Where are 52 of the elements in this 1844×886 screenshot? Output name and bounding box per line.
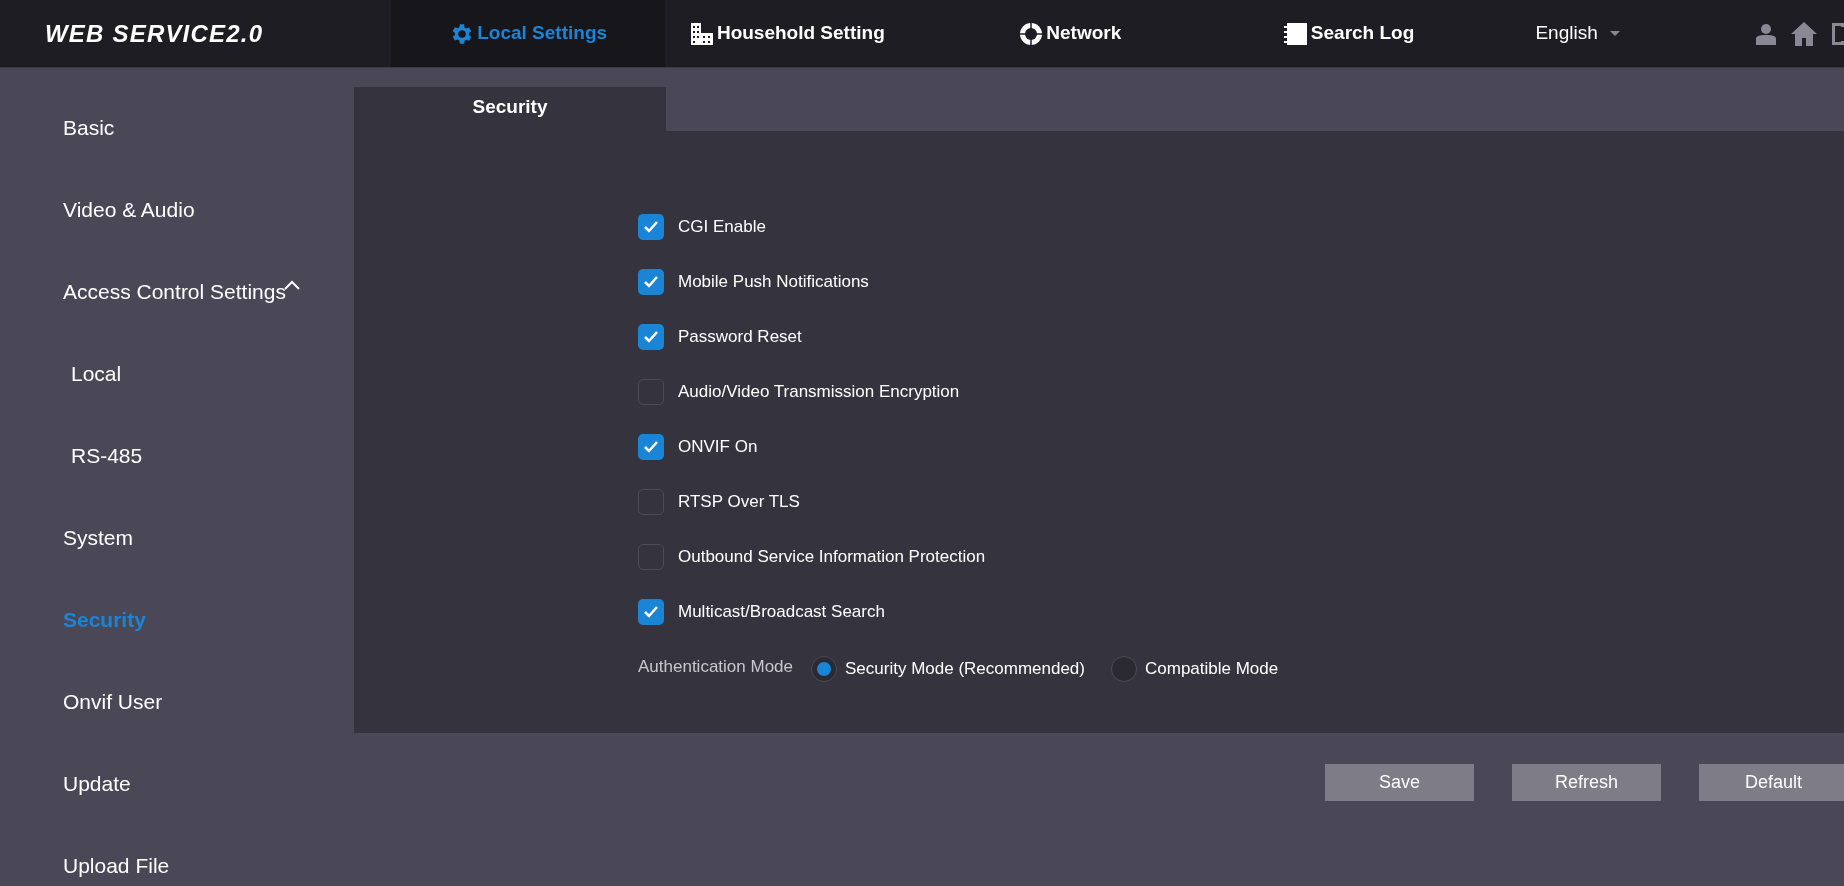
sidebar-item[interactable]: Update <box>63 768 131 800</box>
home-icon[interactable] <box>1790 20 1818 47</box>
logo: WEB SERVICE2.0 <box>44 18 265 49</box>
tab[interactable]: Security <box>354 87 666 131</box>
checkbox[interactable] <box>638 598 664 625</box>
check-icon <box>643 604 659 619</box>
nav-tab[interactable]: Local Settings <box>391 0 665 67</box>
checkbox-label: ONVIF On <box>678 435 758 458</box>
sidebar-item[interactable]: Video & Audio <box>63 194 195 226</box>
checkbox-label: Multicast/Broadcast Search <box>678 600 885 623</box>
action-button[interactable]: Save <box>1325 764 1474 801</box>
sidebar-item[interactable]: Onvif User <box>63 686 163 718</box>
checkbox[interactable] <box>638 323 664 350</box>
checkbox-label: CGI Enable <box>678 215 766 238</box>
action-button[interactable]: Default <box>1699 764 1844 801</box>
radio-label: Security Mode (Recommended) <box>845 657 1085 680</box>
checkbox[interactable] <box>638 268 664 295</box>
field-label: Authentication Mode <box>638 655 793 678</box>
caret-icon <box>1609 30 1620 37</box>
sidebar-item[interactable]: Basic <box>63 112 115 144</box>
checkbox[interactable] <box>638 213 664 240</box>
sidebar-item[interactable]: Upload File <box>63 850 170 882</box>
radio-button[interactable] <box>811 655 837 682</box>
checkbox[interactable] <box>638 488 664 515</box>
check-icon <box>643 219 659 234</box>
checkbox-label: Outbound Service Information Protection <box>678 545 986 568</box>
checkbox[interactable] <box>638 543 664 570</box>
checkbox-label: Audio/Video Transmission Encryption <box>678 380 960 403</box>
checkbox-label: RTSP Over TLS <box>678 490 800 513</box>
action-button[interactable]: Refresh <box>1512 764 1661 801</box>
checkbox-label: Password Reset <box>678 325 802 348</box>
radio-label: Compatible Mode <box>1145 657 1279 680</box>
check-icon <box>643 274 659 289</box>
building-icon <box>688 20 715 47</box>
logout-icon[interactable] <box>1830 20 1844 47</box>
checkbox-label: Mobile Push Notifications <box>678 270 869 293</box>
sidebar-item[interactable]: Local <box>71 358 122 390</box>
checkbox[interactable] <box>638 433 664 460</box>
notebook-icon <box>1282 20 1309 47</box>
nav-tab[interactable]: Search Log <box>1282 0 1536 67</box>
nav-tab[interactable]: Network <box>1018 0 1283 67</box>
check-icon <box>643 439 659 454</box>
sidebar-item[interactable]: System <box>63 522 133 554</box>
sidebar-item[interactable]: Access Control Settings <box>63 276 286 308</box>
language-dropdown[interactable]: English <box>1535 19 1754 48</box>
check-icon <box>643 329 659 344</box>
nav-tab[interactable]: Household Setting <box>664 0 1019 67</box>
radio-button[interactable] <box>1111 655 1137 682</box>
user-icon[interactable] <box>1754 21 1778 46</box>
globe-icon <box>1018 20 1045 47</box>
checkbox[interactable] <box>638 378 664 405</box>
sidebar-item[interactable]: RS-485 <box>71 440 143 472</box>
